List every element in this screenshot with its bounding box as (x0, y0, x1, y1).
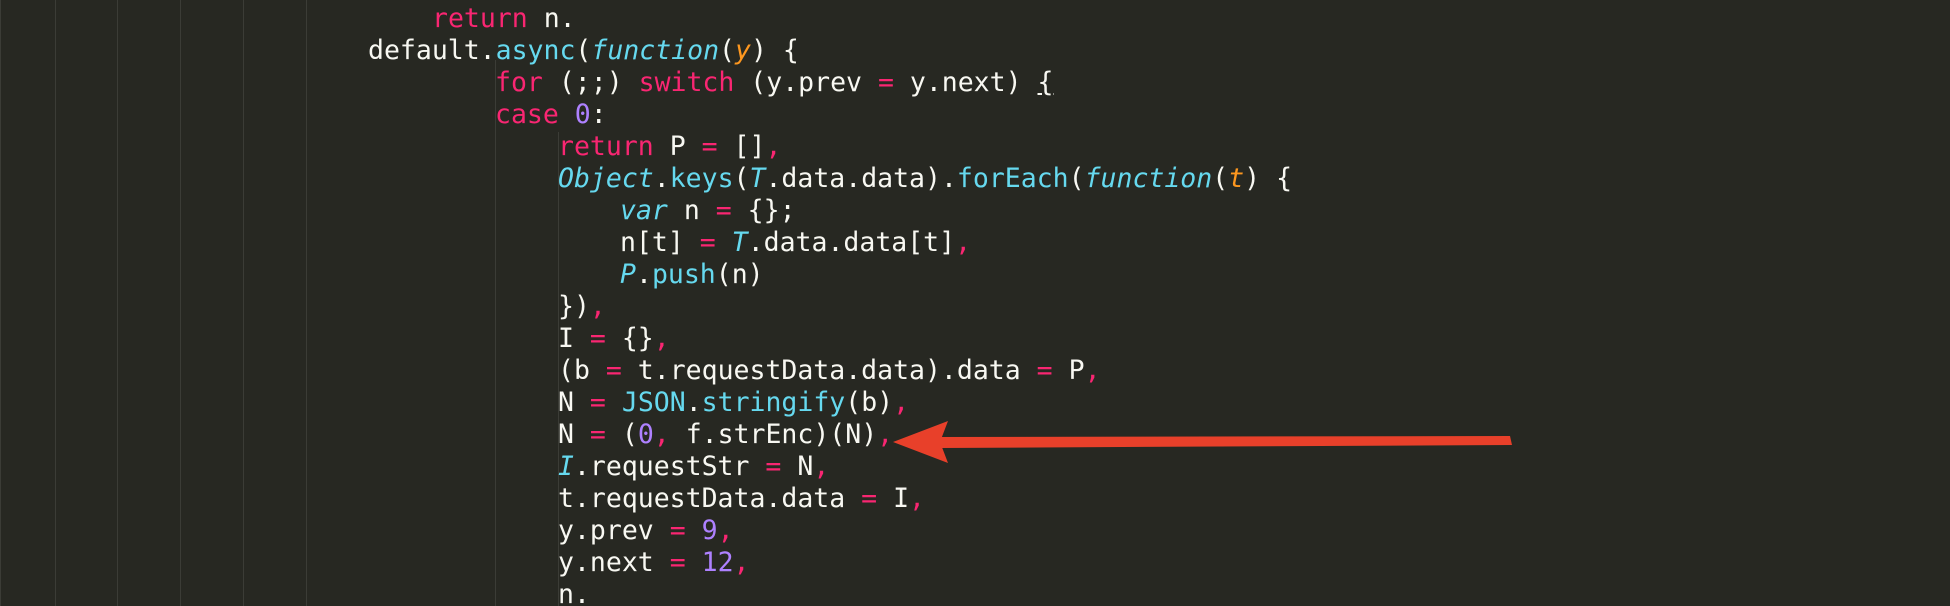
code-editor[interactable]: return n. default.async(function(y) {for … (0, 0, 1950, 606)
red-arrow-annotation (893, 421, 1512, 463)
